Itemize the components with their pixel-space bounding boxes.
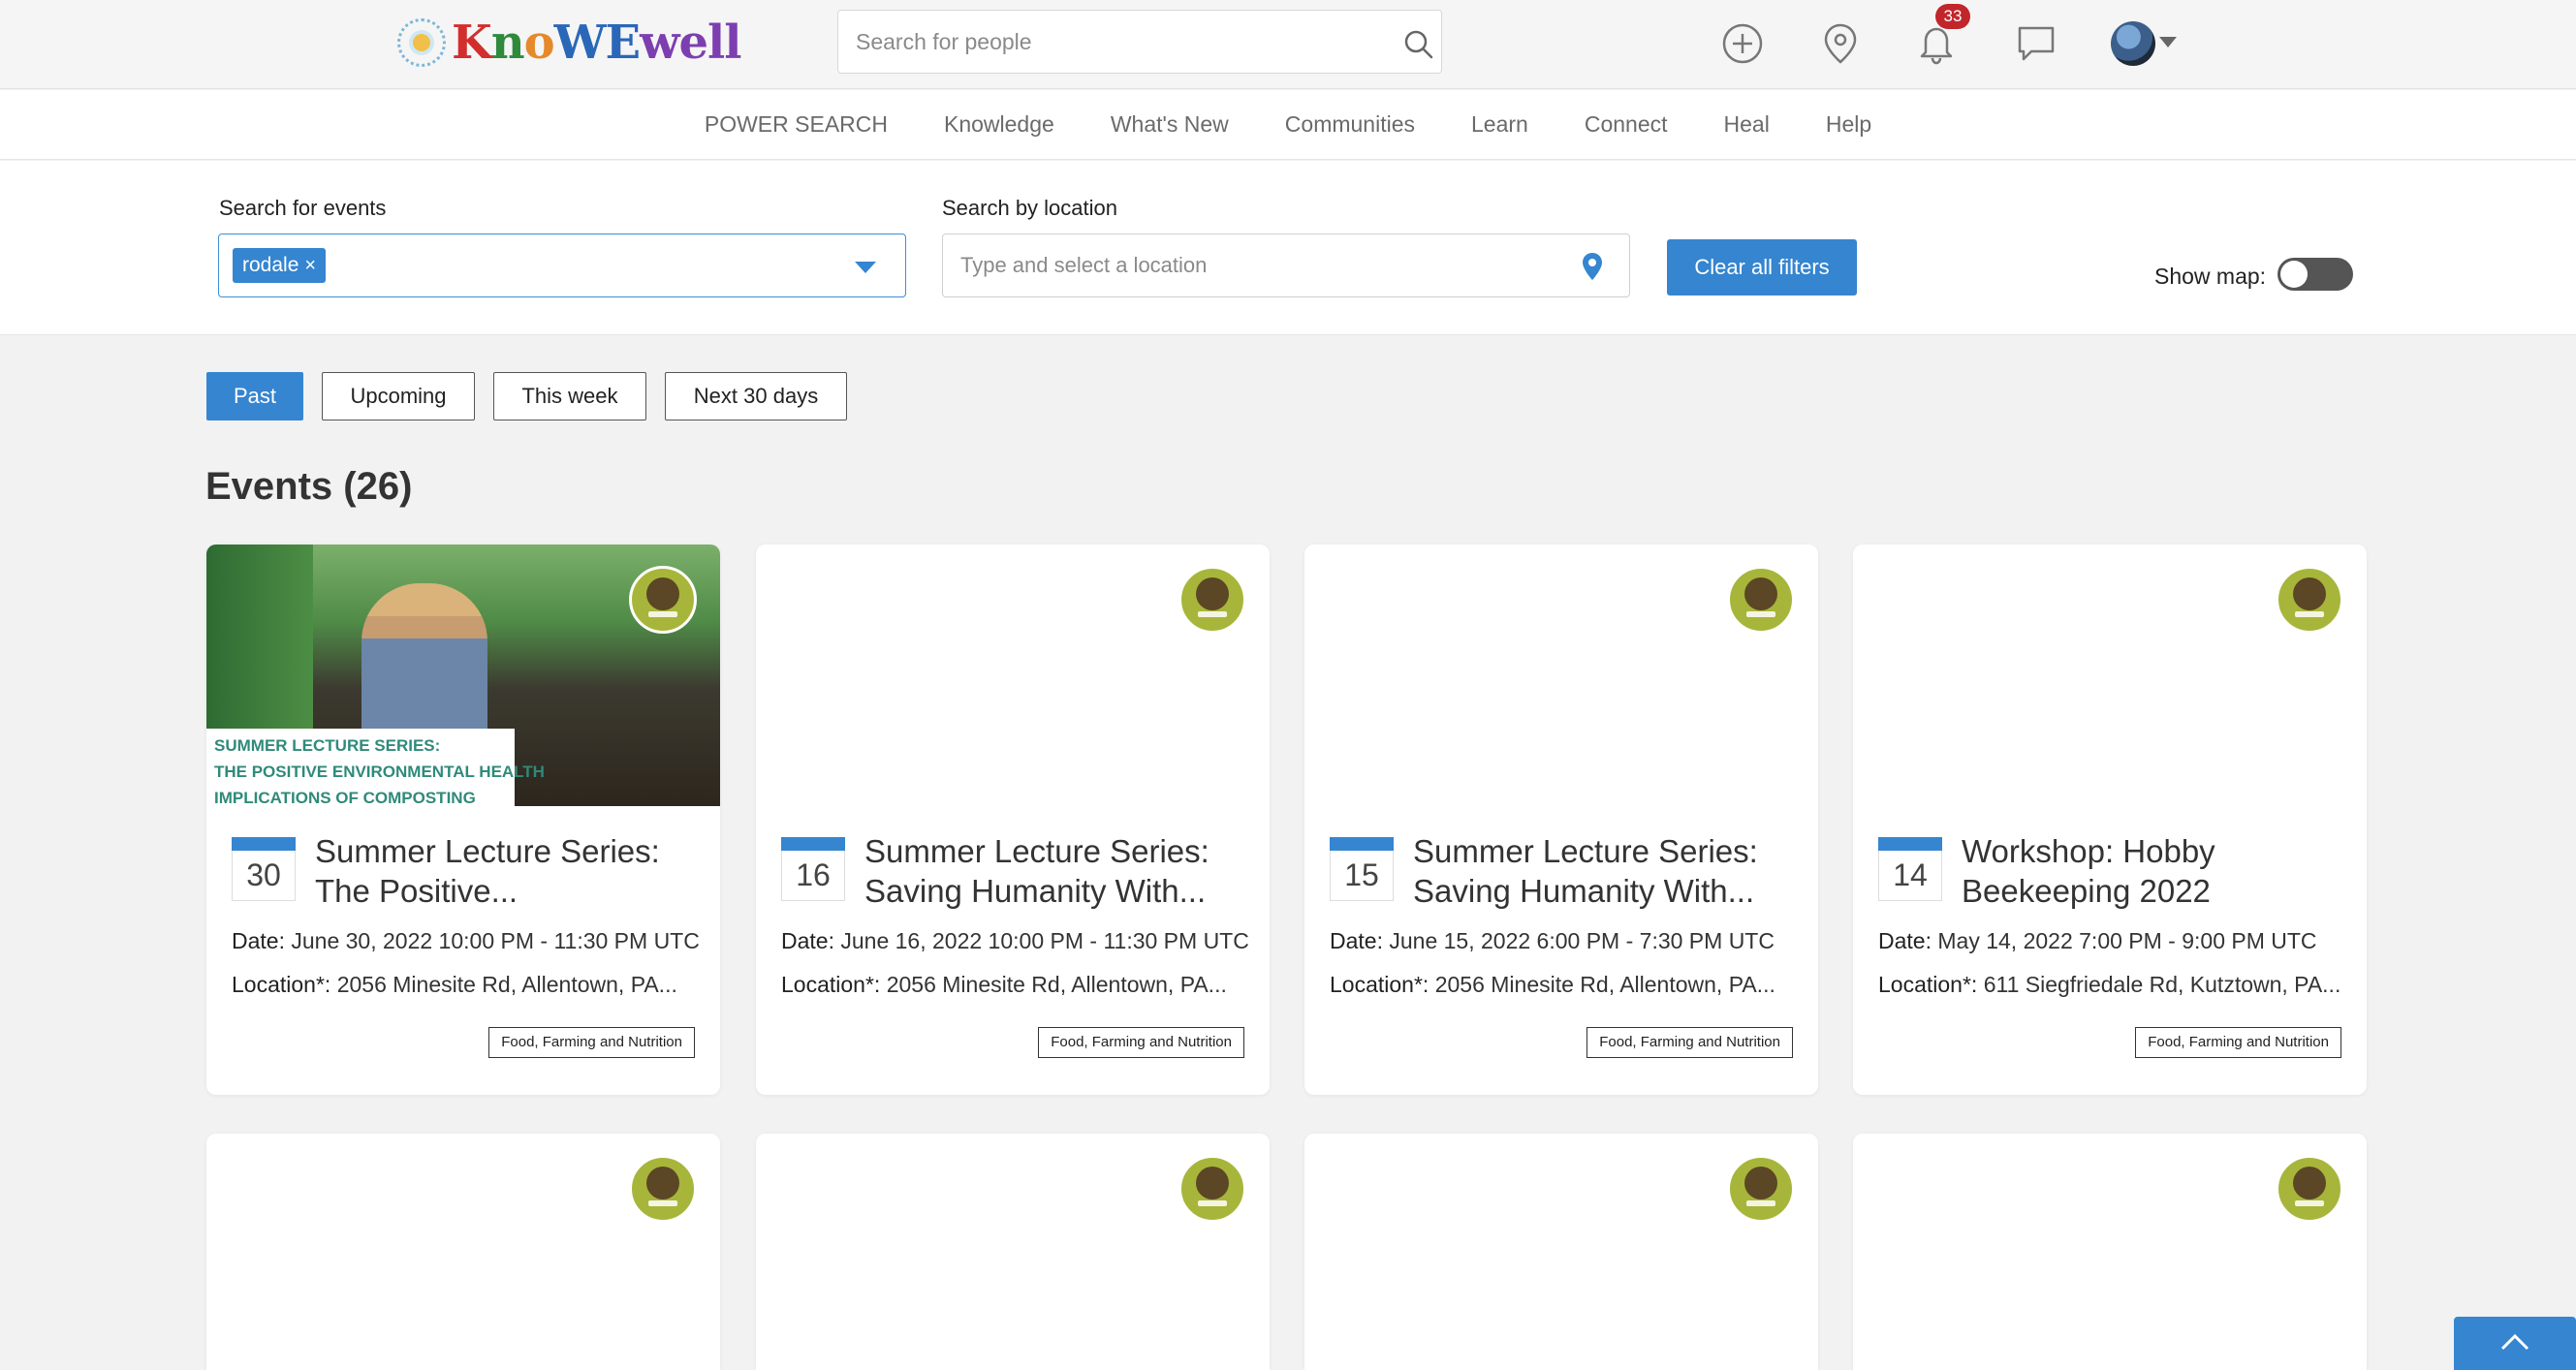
- event-date: Date: May 14, 2022 7:00 PM - 9:00 PM UTC: [1878, 928, 2317, 953]
- events-search-select[interactable]: rodale ×: [218, 234, 906, 297]
- filter-chip[interactable]: rodale ×: [233, 248, 327, 283]
- event-title[interactable]: Summer Lecture Series: Saving Humanity Wi…: [1413, 831, 1801, 911]
- event-card[interactable]: [206, 1134, 720, 1370]
- nav-knowledge[interactable]: Knowledge: [925, 111, 1054, 138]
- dropdown-caret-icon[interactable]: [855, 262, 876, 273]
- remove-chip-icon[interactable]: ×: [304, 248, 316, 283]
- rodale-logo-icon: [629, 1155, 697, 1223]
- rodale-logo-icon: [1727, 566, 1795, 634]
- location-pin-icon[interactable]: [1818, 21, 1863, 66]
- category-tag[interactable]: Food, Farming and Nutrition: [488, 1027, 695, 1058]
- this-week-filter-button[interactable]: This week: [493, 372, 646, 420]
- category-tag[interactable]: Food, Farming and Nutrition: [2135, 1027, 2341, 1058]
- logo-mark-icon: [397, 18, 446, 67]
- event-date: Date: June 15, 2022 6:00 PM - 7:30 PM UT…: [1330, 928, 1775, 953]
- date-badge: 15: [1330, 837, 1394, 901]
- event-card[interactable]: [1304, 1134, 1818, 1370]
- top-header: KnoWEwell 33: [0, 0, 2576, 89]
- knowewell-logo[interactable]: KnoWEwell: [397, 16, 741, 70]
- event-card[interactable]: [1853, 1134, 2367, 1370]
- location-search-box: [942, 234, 1630, 297]
- event-title[interactable]: Summer Lecture Series: The Positive...: [315, 831, 703, 911]
- event-card[interactable]: Summer Lecture Series: The Positive Envi…: [206, 545, 720, 1095]
- show-map-toggle[interactable]: [2278, 258, 2353, 291]
- rodale-logo-icon: [2276, 566, 2343, 634]
- event-card[interactable]: 16 Summer Lecture Series: Saving Humanity…: [756, 545, 1270, 1095]
- category-tag[interactable]: Food, Farming and Nutrition: [1586, 1027, 1793, 1058]
- event-location: Location*: 2056 Minesite Rd, Allentown, …: [1330, 972, 1775, 997]
- category-tag[interactable]: Food, Farming and Nutrition: [1038, 1027, 1244, 1058]
- rodale-logo-icon: [1727, 1155, 1795, 1223]
- nav-heal[interactable]: Heal: [1705, 111, 1770, 138]
- image-caption: Summer Lecture Series: The Positive Envi…: [206, 729, 545, 807]
- event-date: Date: June 30, 2022 10:00 PM - 11:30 PM …: [232, 928, 700, 953]
- logo-text: KnoWEwell: [452, 16, 741, 70]
- date-badge: 30: [232, 837, 296, 901]
- next-30-days-filter-button[interactable]: Next 30 days: [665, 372, 847, 420]
- event-card[interactable]: 14 Workshop: Hobby Beekeeping 2022 Date: …: [1853, 545, 2367, 1095]
- event-card[interactable]: [756, 1134, 1270, 1370]
- rodale-logo-icon: [629, 566, 697, 634]
- location-pin-icon[interactable]: [1581, 252, 1604, 281]
- people-search-box: [837, 10, 1442, 74]
- event-location: Location*: 611 Siegfriedale Rd, Kutztown…: [1878, 972, 2341, 997]
- show-map-label: Show map:: [2154, 264, 2267, 289]
- clear-all-filters-button[interactable]: Clear all filters: [1667, 239, 1857, 296]
- nav-connect[interactable]: Connect: [1565, 111, 1668, 138]
- add-icon[interactable]: [1720, 21, 1765, 66]
- scroll-to-top-button[interactable]: [2454, 1317, 2576, 1370]
- date-badge: 14: [1878, 837, 1942, 901]
- nav-help[interactable]: Help: [1806, 111, 1871, 138]
- nav-communities[interactable]: Communities: [1266, 111, 1415, 138]
- event-title[interactable]: Workshop: Hobby Beekeeping 2022: [1962, 831, 2349, 911]
- event-location: Location*: 2056 Minesite Rd, Allentown, …: [232, 972, 677, 997]
- search-icon[interactable]: [1402, 28, 1435, 61]
- event-location: Location*: 2056 Minesite Rd, Allentown, …: [781, 972, 1227, 997]
- rodale-logo-icon: [2276, 1155, 2343, 1223]
- events-search-label: Search for events: [219, 196, 387, 220]
- user-avatar[interactable]: [2111, 21, 2155, 66]
- location-search-label: Search by location: [942, 196, 1117, 220]
- rodale-logo-icon: [1178, 566, 1246, 634]
- filter-panel: Search for events rodale × Search by loc…: [0, 161, 2576, 335]
- nav-power-search[interactable]: POWER SEARCH: [705, 111, 888, 138]
- event-title[interactable]: Summer Lecture Series: Saving Humanity Wi…: [864, 831, 1252, 911]
- nav-learn[interactable]: Learn: [1452, 111, 1528, 138]
- event-date: Date: June 16, 2022 10:00 PM - 11:30 PM …: [781, 928, 1249, 953]
- location-search-input[interactable]: [960, 234, 1542, 296]
- past-filter-button[interactable]: Past: [206, 372, 303, 420]
- main-nav: POWER SEARCH Knowledge What's New Commun…: [0, 90, 2576, 160]
- chevron-down-icon[interactable]: [2159, 37, 2177, 47]
- upcoming-filter-button[interactable]: Upcoming: [322, 372, 475, 420]
- event-card[interactable]: 15 Summer Lecture Series: Saving Humanity…: [1304, 545, 1818, 1095]
- chevron-up-icon: [2500, 1333, 2529, 1351]
- filter-chip-label: rodale: [242, 254, 299, 276]
- date-badge: 16: [781, 837, 845, 901]
- people-search-input[interactable]: [856, 11, 1379, 73]
- notification-count-badge: 33: [1935, 4, 1970, 29]
- nav-whats-new[interactable]: What's New: [1091, 111, 1229, 138]
- events-count-title: Events (26): [205, 465, 413, 508]
- chat-icon[interactable]: [2014, 21, 2058, 66]
- rodale-logo-icon: [1178, 1155, 1246, 1223]
